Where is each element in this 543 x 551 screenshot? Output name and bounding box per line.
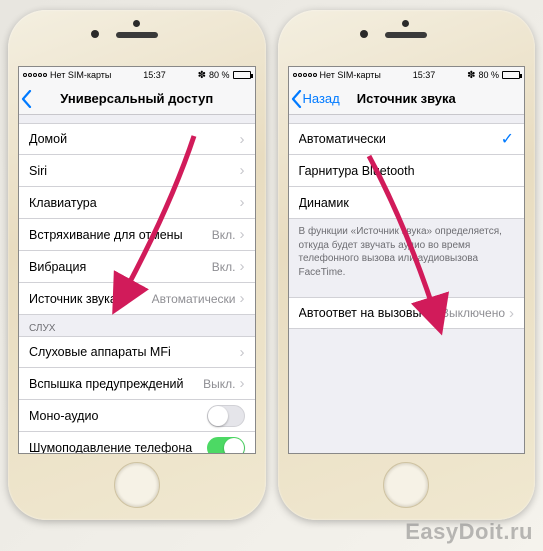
row-hearing-aids[interactable]: Слуховые аппараты MFi› xyxy=(19,336,255,368)
row-label: Клавиатура xyxy=(29,196,240,210)
chevron-right-icon: › xyxy=(240,132,245,147)
row-label: Домой xyxy=(29,132,240,146)
row-label: Моно-аудио xyxy=(29,409,207,423)
bluetooth-icon: ✽ xyxy=(467,70,475,81)
row-label: Динамик xyxy=(299,196,515,210)
row-label: Гарнитура Bluetooth xyxy=(299,164,515,178)
nav-bar: Универсальный доступ xyxy=(19,83,255,115)
row-speaker[interactable]: Динамик xyxy=(289,187,525,219)
checkmark-icon: ✓ xyxy=(501,129,514,149)
back-label: Назад xyxy=(303,91,340,106)
chevron-right-icon: › xyxy=(240,291,245,306)
screen-audio-source: Нет SIM-карты 15:37 ✽ 80 % Назад Источни… xyxy=(288,66,526,454)
bluetooth-icon: ✽ xyxy=(198,70,206,81)
toggle-noise-cancel[interactable] xyxy=(207,437,245,454)
chevron-left-icon xyxy=(21,90,32,108)
home-button[interactable] xyxy=(114,462,160,508)
chevron-right-icon: › xyxy=(240,345,245,360)
chevron-left-icon xyxy=(291,90,302,108)
row-label: Автоответ на вызовы xyxy=(299,306,442,320)
screen-accessibility: Нет SIM-карты 15:37 ✽ 80 % Универсальный… xyxy=(18,66,256,454)
settings-list: Домой› Siri› Клавиатура› Встряхивание дл… xyxy=(19,115,255,453)
carrier-text: Нет SIM-карты xyxy=(320,70,381,80)
row-keyboard[interactable]: Клавиатура› xyxy=(19,187,255,219)
battery-icon xyxy=(502,71,520,79)
battery-percent: 80 % xyxy=(209,70,230,80)
row-value: Автоматически xyxy=(152,292,236,306)
chevron-right-icon: › xyxy=(240,163,245,178)
nav-bar: Назад Источник звука xyxy=(289,83,525,115)
row-value: Вкл. xyxy=(212,228,236,242)
row-flash-alerts[interactable]: Вспышка предупрежденийВыкл. › xyxy=(19,368,255,400)
status-bar: Нет SIM-карты 15:37 ✽ 80 % xyxy=(19,67,255,83)
row-label: Siri xyxy=(29,164,240,178)
battery-percent: 80 % xyxy=(478,70,499,80)
row-label: Вибрация xyxy=(29,260,212,274)
chevron-right-icon: › xyxy=(509,306,514,321)
iphone-left: Нет SIM-карты 15:37 ✽ 80 % Универсальный… xyxy=(8,10,266,520)
chevron-right-icon: › xyxy=(240,376,245,391)
row-label: Источник звука xyxy=(29,292,152,306)
row-value: Вкл. xyxy=(212,260,236,274)
row-audio-source[interactable]: Источник звукаАвтоматически › xyxy=(19,283,255,315)
row-shake-undo[interactable]: Встряхивание для отменыВкл. › xyxy=(19,219,255,251)
row-label: Вспышка предупреждений xyxy=(29,377,203,391)
row-label: Слуховые аппараты MFi xyxy=(29,345,240,359)
status-time: 15:37 xyxy=(143,70,166,80)
chevron-right-icon: › xyxy=(240,195,245,210)
watermark: EasyDoit.ru xyxy=(405,519,533,545)
row-mono-audio[interactable]: Моно-аудио xyxy=(19,400,255,432)
battery-icon xyxy=(233,71,251,79)
iphone-right: Нет SIM-карты 15:37 ✽ 80 % Назад Источни… xyxy=(278,10,536,520)
row-value: Выкл. xyxy=(203,377,235,391)
section-footer: В функции «Источник звука» определяется,… xyxy=(289,219,525,285)
row-vibration[interactable]: ВибрацияВкл. › xyxy=(19,251,255,283)
row-label: Встряхивание для отмены xyxy=(29,228,212,242)
chevron-right-icon: › xyxy=(240,227,245,242)
carrier-text: Нет SIM-карты xyxy=(50,70,111,80)
row-value: Выключено xyxy=(441,306,505,320)
chevron-right-icon: › xyxy=(240,259,245,274)
row-label: Автоматически xyxy=(299,132,501,146)
row-auto-answer[interactable]: Автоответ на вызовыВыключено › xyxy=(289,297,525,329)
back-button[interactable]: Назад xyxy=(289,90,340,108)
signal-dots-icon xyxy=(293,73,317,77)
settings-list: Автоматически✓ Гарнитура Bluetooth Динам… xyxy=(289,115,525,453)
status-bar: Нет SIM-карты 15:37 ✽ 80 % xyxy=(289,67,525,83)
row-home[interactable]: Домой› xyxy=(19,123,255,155)
row-label: Шумоподавление телефона xyxy=(29,441,207,454)
toggle-mono-audio[interactable] xyxy=(207,405,245,427)
home-button[interactable] xyxy=(383,462,429,508)
back-button[interactable] xyxy=(19,90,32,108)
row-siri[interactable]: Siri› xyxy=(19,155,255,187)
nav-title: Универсальный доступ xyxy=(19,91,255,106)
signal-dots-icon xyxy=(23,73,47,77)
section-header-hearing: слух xyxy=(19,315,255,336)
row-automatic[interactable]: Автоматически✓ xyxy=(289,123,525,155)
row-noise-cancel[interactable]: Шумоподавление телефона xyxy=(19,432,255,453)
row-bluetooth-headset[interactable]: Гарнитура Bluetooth xyxy=(289,155,525,187)
status-time: 15:37 xyxy=(413,70,436,80)
